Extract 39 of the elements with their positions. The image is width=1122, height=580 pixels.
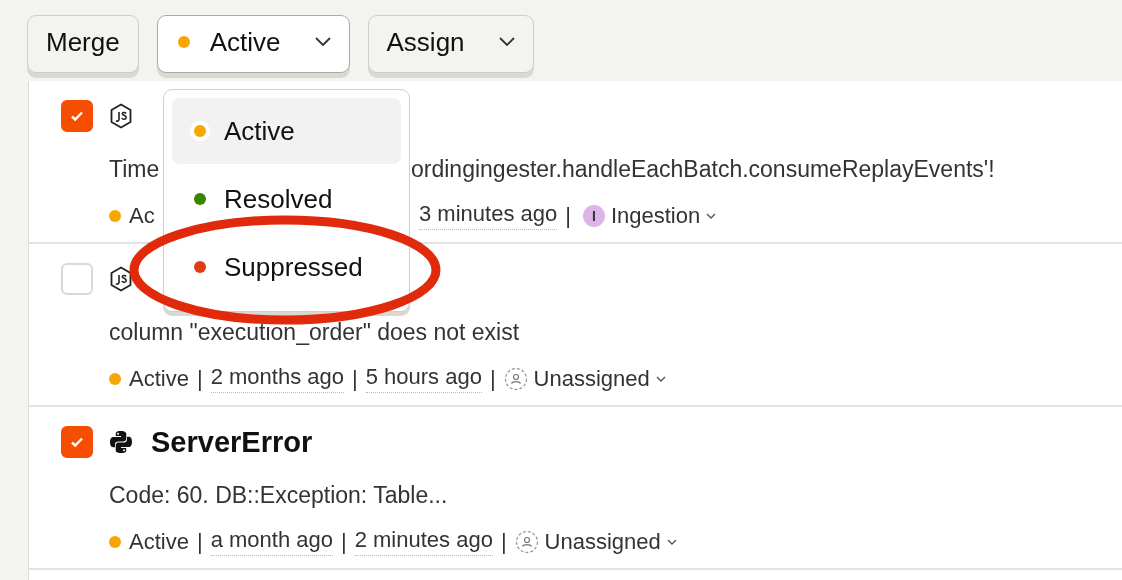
menu-item[interactable]: Active bbox=[172, 98, 401, 164]
assignee-dropdown[interactable]: Unassigned bbox=[514, 528, 677, 555]
assignee-dropdown[interactable]: I Ingestion bbox=[578, 202, 717, 229]
assignee-dropdown[interactable]: Unassigned bbox=[503, 365, 666, 392]
python-icon bbox=[109, 430, 133, 454]
chevron-down-icon bbox=[706, 212, 717, 219]
hexagon-icon bbox=[109, 266, 133, 292]
time-text: 2 months ago bbox=[210, 364, 344, 393]
separator: | bbox=[196, 365, 203, 392]
user-icon bbox=[503, 366, 528, 391]
separator: | bbox=[500, 528, 507, 555]
chevron-down-icon bbox=[498, 37, 515, 47]
issue-description: column "execution_order" does not exist bbox=[109, 319, 520, 346]
separator: | bbox=[340, 528, 347, 555]
issue-description: ordingingester.handleEachBatch.consumeReplayEvents'! bbox=[411, 156, 995, 183]
separator: | bbox=[565, 202, 571, 229]
checkbox[interactable] bbox=[61, 426, 93, 458]
time-text: 2 minutes ago bbox=[354, 527, 493, 556]
status-text: Active bbox=[129, 365, 189, 392]
status-text: Active bbox=[129, 528, 189, 555]
user-icon bbox=[514, 529, 539, 554]
menu-item[interactable]: Resolved bbox=[172, 166, 401, 232]
issue-description: Code: 60. DB::Exception: Table... bbox=[109, 482, 448, 509]
separator: | bbox=[351, 365, 358, 392]
issue-title[interactable]: ServerError bbox=[151, 425, 313, 459]
chevron-down-icon bbox=[655, 375, 666, 382]
checkbox[interactable] bbox=[61, 100, 93, 132]
status-text: Ac bbox=[129, 202, 155, 229]
time-text: a month ago bbox=[210, 527, 333, 556]
chevron-down-icon bbox=[666, 538, 677, 545]
menu-item[interactable]: Suppressed bbox=[172, 234, 401, 300]
separator: | bbox=[489, 365, 496, 392]
chevron-down-icon bbox=[314, 37, 331, 47]
time-text: 5 hours ago bbox=[365, 364, 482, 393]
avatar: I bbox=[582, 204, 605, 227]
separator: | bbox=[196, 528, 203, 555]
issue-description: Time bbox=[109, 156, 160, 183]
time-text: 3 minutes ago bbox=[419, 201, 558, 230]
hexagon-icon bbox=[109, 103, 133, 129]
